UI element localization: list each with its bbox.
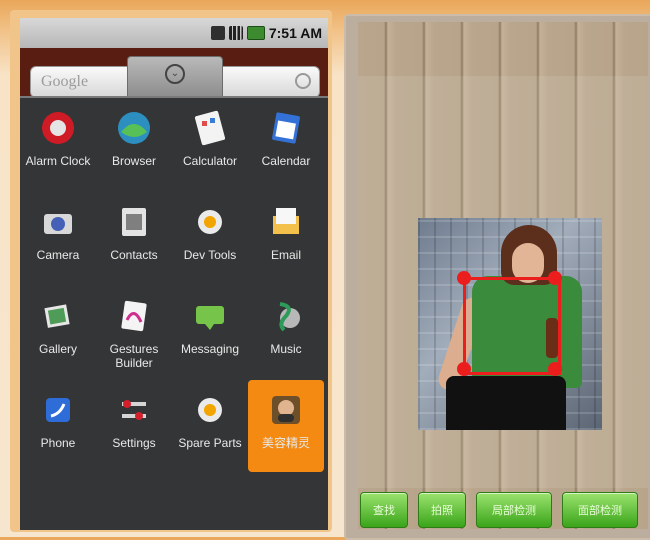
detection-box[interactable] — [463, 277, 561, 375]
chevron-down-icon: ⌄ — [165, 64, 185, 84]
app-label: Music — [270, 342, 302, 356]
find-button[interactable]: 查找 — [360, 492, 408, 528]
detection-handle-top-left[interactable] — [457, 271, 471, 285]
app-camera[interactable]: Camera — [20, 192, 96, 284]
search-icon[interactable] — [295, 73, 311, 89]
face-detect-button[interactable]: 面部检测 — [562, 492, 638, 528]
app-label: Camera — [36, 248, 80, 262]
alarm-clock-icon — [42, 112, 74, 144]
signal-icon — [228, 26, 243, 40]
app-label: Contacts — [110, 248, 158, 262]
gallery-icon — [44, 304, 70, 328]
browser-icon — [118, 112, 150, 144]
app-messaging[interactable]: Messaging — [172, 286, 248, 378]
google-search-brand: Google — [41, 73, 89, 90]
app-email[interactable]: Email — [248, 192, 324, 284]
app-label: Browser — [111, 154, 156, 168]
app-drawer: Alarm Clock Browser Calculator Calendar — [20, 96, 328, 530]
calendar-icon — [272, 112, 300, 144]
app-dev-tools[interactable]: Dev Tools — [172, 192, 248, 284]
detection-handle-top-right[interactable] — [548, 271, 562, 285]
sim-icon — [210, 26, 225, 40]
email-icon — [273, 208, 299, 234]
gear-icon — [198, 210, 222, 234]
app-beauty-elf[interactable]: 美容精灵 — [248, 380, 324, 472]
photo-button[interactable]: 拍照 — [418, 492, 466, 528]
app-contacts[interactable]: Contacts — [96, 192, 172, 284]
music-icon — [279, 302, 300, 332]
app-label: Dev Tools — [183, 248, 237, 262]
app-label: Alarm Clock — [25, 154, 91, 168]
app-label: Gestures Builder — [109, 342, 159, 370]
app-label: Calculator — [182, 154, 238, 168]
app-label: Settings — [112, 436, 156, 450]
app-label: Phone — [40, 436, 76, 450]
app-spare-parts[interactable]: Spare Parts — [172, 380, 248, 472]
phone-icon — [46, 398, 70, 422]
app-music[interactable]: Music — [248, 286, 324, 378]
app-label: Gallery — [38, 342, 77, 356]
local-detect-button[interactable]: 局部检测 — [476, 492, 552, 528]
app-phone[interactable]: Phone — [20, 380, 96, 472]
app-calculator[interactable]: Calculator — [172, 98, 248, 190]
status-bar: 7:51 AM — [20, 18, 328, 48]
app-alarm-clock[interactable]: Alarm Clock — [20, 98, 96, 190]
settings-icon — [122, 400, 146, 420]
app-label: Email — [270, 248, 301, 262]
app-gallery[interactable]: Gallery — [20, 286, 96, 378]
person-pants — [446, 376, 566, 430]
app-label: 美容精灵 — [261, 436, 310, 450]
detection-handle-bottom-left[interactable] — [457, 362, 471, 376]
app-label: Calendar — [261, 154, 311, 168]
app-label: Spare Parts — [178, 436, 242, 450]
calculator-icon — [194, 110, 226, 146]
detection-handle-bottom-right[interactable] — [548, 362, 562, 376]
status-time: 7:51 AM — [268, 25, 322, 41]
battery-icon — [246, 26, 265, 40]
messaging-icon — [196, 306, 224, 330]
android-screen: 7:51 AM Google ⌄ Alarm Clock Browser Cal… — [20, 18, 328, 530]
gestures-icon — [121, 300, 147, 332]
beauty-app-icon — [272, 396, 300, 424]
app-browser[interactable]: Browser — [96, 98, 172, 190]
app-drawer-handle[interactable]: ⌄ — [127, 56, 223, 97]
action-buttons: 查找 拍照 局部检测 面部检测 — [360, 492, 644, 530]
app-gestures-builder[interactable]: Gestures Builder — [96, 286, 172, 378]
app-calendar[interactable]: Calendar — [248, 98, 324, 190]
app-settings[interactable]: Settings — [96, 380, 172, 472]
contacts-icon — [122, 208, 146, 236]
camera-icon — [44, 214, 72, 234]
app-label: Messaging — [180, 342, 240, 356]
gear-icon — [198, 398, 222, 422]
